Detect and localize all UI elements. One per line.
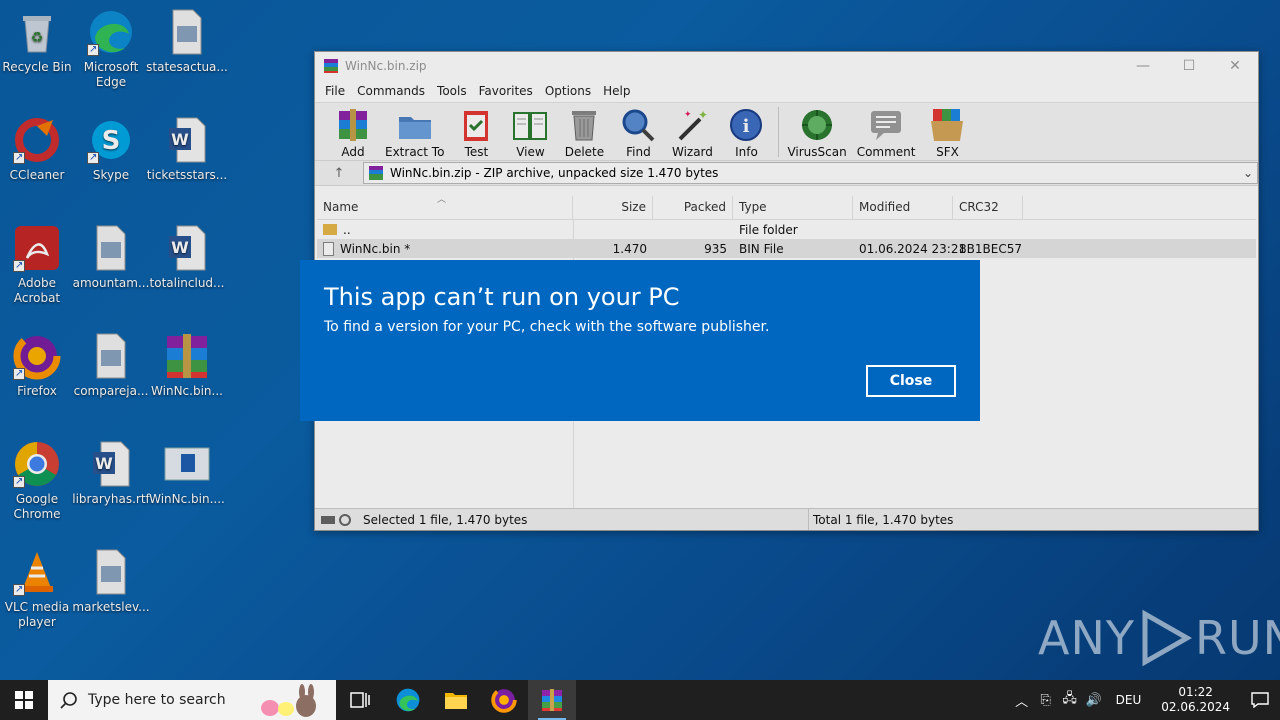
chevron-up-icon[interactable]: ︿ [1010, 691, 1034, 710]
easter-decoration-icon [261, 684, 316, 717]
firefox-icon [491, 687, 517, 713]
taskbar-firefox[interactable] [480, 680, 528, 720]
clock-date: 02.06.2024 [1161, 700, 1230, 714]
start-button[interactable] [0, 680, 48, 720]
dialog-message: To find a version for your PC, check wit… [324, 319, 770, 335]
close-button[interactable]: Close [866, 365, 956, 397]
play-logo-icon [1142, 609, 1193, 667]
system-tray: ︿ ⎘ 🖧 🔊 DEU 01:22 02.06.2024 [1010, 680, 1280, 720]
edge-icon [396, 688, 420, 712]
network-icon[interactable]: 🖧 [1058, 689, 1082, 711]
task-view-icon [350, 692, 370, 708]
language-indicator[interactable]: DEU [1106, 693, 1152, 707]
taskbar-file-explorer[interactable] [432, 680, 480, 720]
taskbar: Type here to search ︿ ⎘ 🖧 🔊 DEU 01:22 02… [0, 680, 1280, 720]
app-cannot-run-dialog: This app can’t run on your PC To find a … [300, 260, 980, 421]
notification-icon [1251, 692, 1269, 708]
dialog-title: This app can’t run on your PC [324, 283, 680, 311]
clock-time: 01:22 [1178, 685, 1213, 699]
taskbar-search-box[interactable]: Type here to search [48, 680, 336, 720]
device-icon[interactable]: ⎘ [1034, 693, 1058, 708]
search-placeholder: Type here to search [88, 692, 226, 708]
taskbar-winrar[interactable] [528, 680, 576, 720]
clock[interactable]: 01:22 02.06.2024 [1151, 685, 1240, 715]
notification-button[interactable] [1240, 692, 1280, 708]
anyrun-watermark: ANY RUN [1038, 608, 1280, 668]
folder-icon [445, 693, 467, 709]
task-view-button[interactable] [336, 680, 384, 720]
volume-icon[interactable]: 🔊 [1082, 693, 1106, 708]
search-icon [60, 692, 77, 709]
winrar-icon [542, 689, 562, 711]
windows-logo-icon [15, 691, 33, 709]
taskbar-edge[interactable] [384, 680, 432, 720]
